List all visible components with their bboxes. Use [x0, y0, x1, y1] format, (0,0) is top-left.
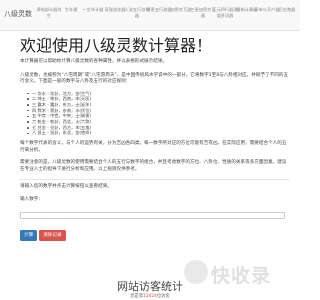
- note-text-1: 每个数字代表的含义，与个人的运势有关，分为吉凶各四类，每一数字所对应的方位可能有…: [20, 141, 287, 153]
- input-label: 输入数字：: [20, 196, 43, 202]
- button-row: 计算 清除记录: [20, 229, 290, 249]
- mapping-list: 一 坎水 - 坎卦，北方，金(生气) 二 坤土 - 坤卦，西南，木(天医) 三 …: [20, 91, 290, 137]
- top-navbar: 八级灵数 津暗部计器尚生 生年通 一生年计器 奇鼓道花器 人流五行游年器 健恵五…: [0, 0, 300, 31]
- brand-link[interactable]: 八级灵数: [4, 9, 32, 19]
- stats-title: 网站访客统计: [117, 280, 183, 293]
- instruction-text: 请输入您的数字并点击计算按钮以查看结果。: [20, 184, 112, 190]
- clear-button[interactable]: 清除记录: [39, 229, 66, 241]
- footer-suffix: 位访客: [156, 294, 170, 299]
- note-text-2: 需要注意的是，八级灵数的使用需要结合个人的五行与数字的组合，并且考虑数字的方位、…: [20, 160, 287, 172]
- description-text: 八级灵数，也被称为“八宅周期”或“八宅游周天”，是中国传统风水学说中的一部分，它…: [20, 72, 289, 85]
- calculate-button[interactable]: 计算: [20, 229, 38, 241]
- footer-prefix: 您是第: [130, 294, 144, 299]
- main-content: 欢迎使用八级灵数计算器！ 本计算器可以帮助你计算八级灵数的各种属性，并以表格形式…: [20, 36, 290, 249]
- intro-text: 本计算器可以帮助你计算八级灵数的各种属性，并以表格形式展示结果。: [20, 59, 168, 64]
- visitor-footer: 您是第12024位访客: [0, 293, 300, 299]
- input-group: 输入数字：: [20, 196, 290, 221]
- visitor-count: 12024: [143, 294, 157, 299]
- divider: [20, 179, 290, 181]
- list-item: 八 艮土 - 艮卦，东北，金(绝命): [27, 130, 290, 136]
- page-title: 欢迎使用八级灵数计算器！: [20, 36, 213, 55]
- nav-item-12[interactable]: 后台数器: [274, 7, 300, 13]
- number-input[interactable]: [20, 211, 285, 219]
